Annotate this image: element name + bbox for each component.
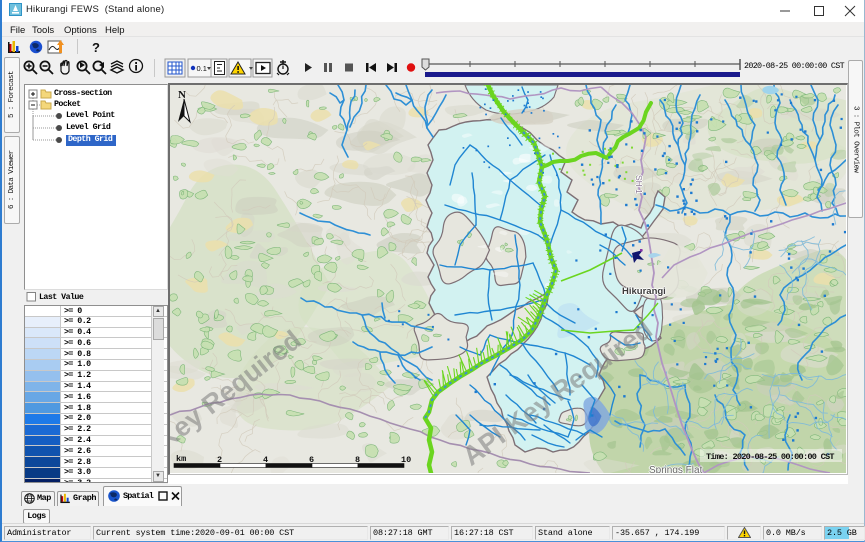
svg-text:0.1: 0.1 (197, 64, 207, 73)
svg-text:Hikurangi: Hikurangi (622, 286, 666, 297)
svg-text:Springs Flat: Springs Flat (649, 465, 703, 473)
svg-text:Time: 2020-08-25 00:00:00 CST: Time: 2020-08-25 00:00:00 CST (706, 452, 834, 462)
svg-text:N: N (178, 89, 186, 101)
svg-text:km: km (176, 454, 186, 464)
svg-text:?: ? (92, 40, 100, 55)
svg-text:SH 1: SH 1 (634, 175, 644, 194)
svg-text:2020-08-25 00:00:00 CST: 2020-08-25 00:00:00 CST (744, 61, 845, 71)
